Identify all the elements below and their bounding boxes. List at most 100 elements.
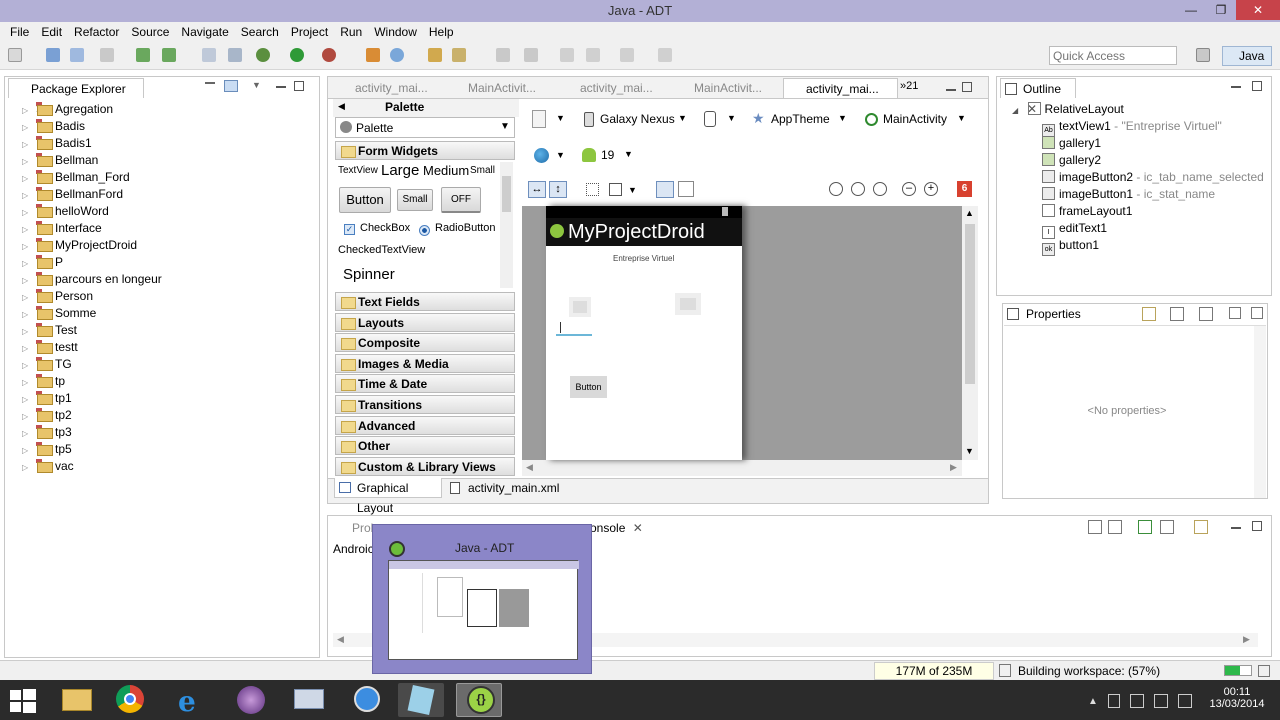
error-badge[interactable]: 6 bbox=[957, 181, 972, 197]
chevron-down-icon[interactable]: ▼ bbox=[727, 113, 736, 123]
editor-tabs-overflow[interactable]: »21 bbox=[900, 80, 918, 92]
editor-tab[interactable]: MainActivit... bbox=[446, 78, 556, 98]
next-annotation-icon[interactable] bbox=[524, 48, 538, 62]
list-item[interactable]: ▷ BellmanFord bbox=[22, 186, 123, 203]
device-dropdown[interactable]: Galaxy Nexus ▼ bbox=[582, 110, 687, 130]
chrome-taskbar-icon[interactable] bbox=[108, 683, 154, 717]
canvas-vertical-scrollbar[interactable]: ▲ ▼ bbox=[962, 206, 978, 460]
tab-console[interactable]: onsole ✕ bbox=[590, 518, 650, 538]
margins-icon[interactable] bbox=[609, 183, 622, 196]
palette-category[interactable]: Layouts bbox=[335, 313, 515, 332]
close-button[interactable]: ✕ bbox=[1236, 0, 1280, 20]
maximize-icon[interactable] bbox=[294, 81, 304, 91]
list-item[interactable]: ▷ Person bbox=[22, 288, 93, 305]
properties-scrollbar[interactable] bbox=[1254, 326, 1266, 498]
palette-large-text[interactable]: Large bbox=[381, 162, 419, 179]
open-console-icon[interactable] bbox=[1194, 520, 1208, 534]
list-item[interactable]: ▷ Agregation bbox=[22, 101, 113, 118]
palette-spinner[interactable]: Spinner bbox=[343, 266, 395, 283]
maximize-icon[interactable] bbox=[962, 82, 972, 92]
new-java-project-icon[interactable] bbox=[366, 48, 380, 62]
palette-scrollbar[interactable] bbox=[500, 162, 513, 288]
globe-icon[interactable] bbox=[534, 148, 549, 163]
editor-tab[interactable]: activity_mai... bbox=[558, 78, 670, 98]
save-icon[interactable] bbox=[46, 48, 60, 62]
expand-all-icon[interactable] bbox=[1229, 307, 1241, 319]
minimize-view-icon[interactable] bbox=[205, 82, 215, 84]
sort-icon[interactable] bbox=[1170, 307, 1184, 321]
android-sdk-icon[interactable] bbox=[136, 48, 150, 62]
list-item[interactable]: ▷ tp1 bbox=[22, 390, 72, 407]
quick-access-input[interactable] bbox=[1049, 46, 1177, 65]
list-item[interactable]: ▷ Interface bbox=[22, 220, 102, 237]
last-edit-icon[interactable] bbox=[620, 48, 634, 62]
outline-item[interactable]: Ab textView1 - "Entreprise Virtuel" bbox=[1042, 118, 1222, 137]
search-icon[interactable] bbox=[452, 48, 466, 62]
list-item[interactable]: ▷ TG bbox=[22, 356, 72, 373]
tray-show-hidden-icon[interactable]: ▲ bbox=[1088, 696, 1098, 707]
menu-help[interactable]: Help bbox=[423, 25, 460, 39]
new-class-icon[interactable] bbox=[390, 48, 404, 62]
palette-category[interactable]: Other bbox=[335, 436, 515, 455]
minimize-icon[interactable] bbox=[946, 89, 956, 91]
chevron-down-icon[interactable]: ▼ bbox=[556, 150, 565, 160]
editor-tab[interactable]: MainActivit... bbox=[672, 78, 782, 98]
app-taskbar-icon[interactable] bbox=[344, 683, 390, 717]
scrollbar-thumb[interactable] bbox=[965, 224, 975, 384]
list-item[interactable]: ▷ testt bbox=[22, 339, 78, 356]
display-console-icon[interactable] bbox=[1160, 520, 1174, 534]
skip-breakpoints-icon[interactable] bbox=[228, 48, 242, 62]
preview-imagebutton[interactable] bbox=[675, 293, 701, 315]
palette-category[interactable]: Text Fields bbox=[335, 292, 515, 311]
tray-flag-icon[interactable] bbox=[1108, 694, 1120, 708]
palette-category[interactable]: Composite bbox=[335, 333, 515, 352]
maximize-icon[interactable] bbox=[1252, 521, 1262, 531]
restore-button[interactable]: ❐ bbox=[1206, 0, 1236, 20]
list-item[interactable]: ▷ tp3 bbox=[22, 424, 72, 441]
notepad-taskbar-icon[interactable] bbox=[398, 683, 444, 717]
palette-toggle-button[interactable]: OFF bbox=[441, 187, 481, 213]
forward-icon[interactable] bbox=[586, 48, 600, 62]
zoom-actual-icon[interactable] bbox=[851, 182, 865, 196]
list-item[interactable]: ▷ Badis1 bbox=[22, 135, 92, 152]
rotate-icon[interactable] bbox=[704, 111, 716, 127]
mail-taskbar-icon[interactable] bbox=[286, 683, 332, 717]
scroll-left-icon[interactable]: ◀ bbox=[526, 462, 533, 473]
outline-item[interactable]: frameLayout1 bbox=[1042, 203, 1132, 220]
menu-search[interactable]: Search bbox=[235, 25, 285, 39]
fill-width-icon[interactable]: ↔ bbox=[528, 181, 546, 198]
palette-category[interactable]: Advanced bbox=[335, 416, 515, 435]
memory-indicator[interactable]: 177M of 235M bbox=[874, 662, 994, 680]
open-perspective-icon[interactable] bbox=[1196, 48, 1210, 62]
list-item[interactable]: ▷ tp2 bbox=[22, 407, 72, 424]
palette-category[interactable]: Custom & Library Views bbox=[335, 457, 515, 476]
open-type-icon[interactable] bbox=[428, 48, 442, 62]
menu-navigate[interactable]: Navigate bbox=[175, 25, 234, 39]
palette-category[interactable]: Transitions bbox=[335, 395, 515, 414]
list-item[interactable]: ▷ Badis bbox=[22, 118, 85, 135]
outline-item[interactable]: IeditText1 bbox=[1042, 220, 1107, 239]
tray-power-icon[interactable] bbox=[1154, 694, 1168, 708]
layout-options-icon[interactable] bbox=[678, 181, 694, 197]
outline-item[interactable]: gallery2 bbox=[1042, 152, 1101, 169]
minimize-icon[interactable] bbox=[1231, 86, 1241, 88]
palette-radiobutton[interactable]: RadioButton bbox=[435, 222, 496, 234]
palette-small-button[interactable]: Small bbox=[397, 189, 433, 211]
lint-icon[interactable] bbox=[202, 48, 216, 62]
avd-manager-icon[interactable] bbox=[162, 48, 176, 62]
zoom-in-icon[interactable]: + bbox=[924, 182, 938, 196]
list-item[interactable]: ▷ tp5 bbox=[22, 441, 72, 458]
scroll-lock-icon[interactable] bbox=[1108, 520, 1122, 534]
trash-icon[interactable] bbox=[999, 664, 1011, 677]
list-item[interactable]: ▷ MyProjectDroid bbox=[22, 237, 137, 254]
debug-icon[interactable] bbox=[256, 48, 270, 62]
list-item[interactable]: ▷ helloWord bbox=[22, 203, 109, 220]
list-item[interactable]: ▷ Bellman_Ford bbox=[22, 169, 130, 186]
tab-problems[interactable]: Prob bbox=[330, 518, 377, 538]
list-item[interactable]: ▷ parcours en longeur bbox=[22, 271, 162, 288]
minimize-icon[interactable] bbox=[1231, 527, 1241, 529]
preview-imagebutton[interactable] bbox=[569, 297, 591, 317]
palette-checkbox[interactable]: CheckBox bbox=[360, 222, 410, 234]
tab-outline[interactable]: Outline ✕ bbox=[1000, 78, 1076, 116]
collapse-palette-icon[interactable]: ◀ bbox=[338, 101, 345, 112]
